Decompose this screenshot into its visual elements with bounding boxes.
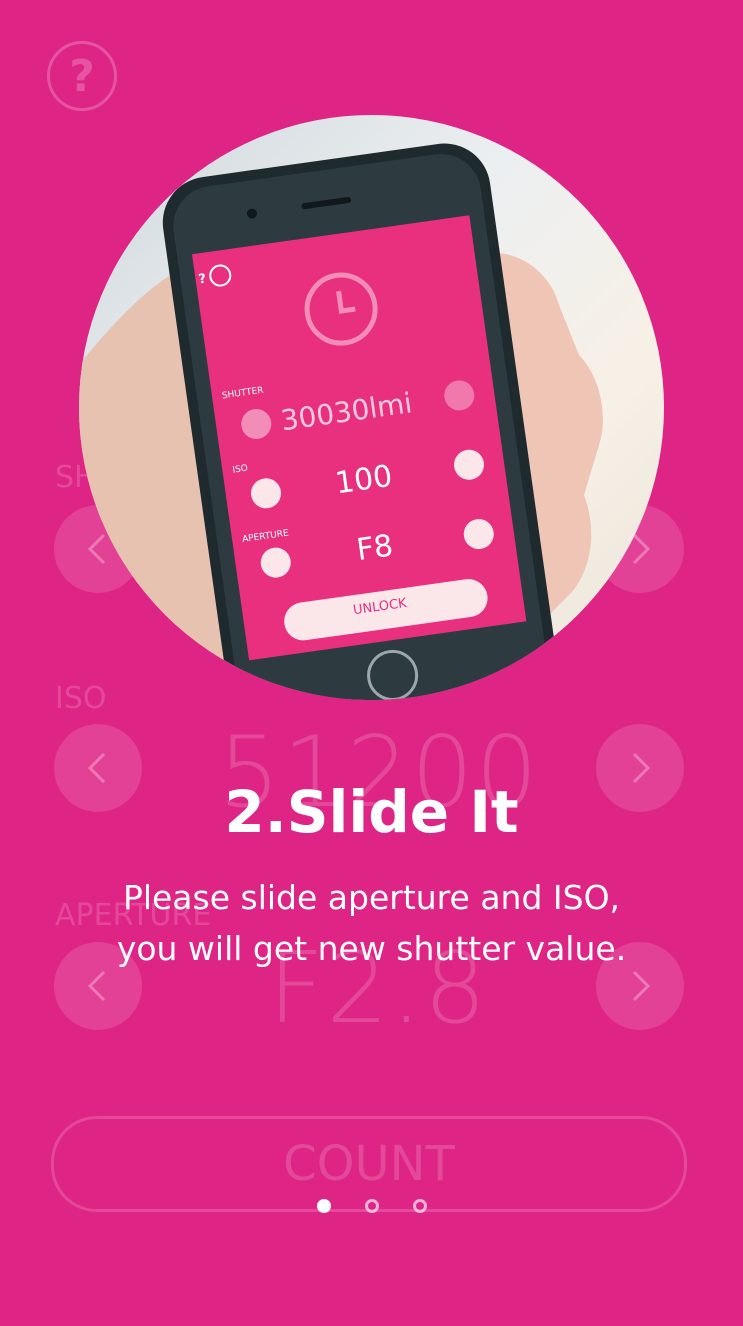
phone-iso-value: 100 (332, 458, 395, 502)
count-button[interactable]: COUNT (51, 1116, 687, 1212)
phone-shutter-value: 30030lmi (278, 386, 415, 438)
page-dot-1[interactable] (316, 1199, 331, 1213)
phone-aperture-label: APERTURE (241, 528, 290, 546)
phone-unlock-label: UNLOCK (352, 595, 408, 619)
phone-aperture-value: F8 (354, 528, 396, 569)
phone-help-glyph: ? (197, 271, 208, 288)
description-line-2: you will get new shutter value. (116, 929, 627, 968)
page-dot-2[interactable] (364, 1199, 379, 1213)
description-line-1: Please slide aperture and ISO, (122, 878, 621, 917)
help-button[interactable]: ? (47, 41, 117, 111)
onboarding-description: Please slide aperture and ISO, you will … (0, 872, 743, 974)
onboarding-title: 2.Slide It (224, 778, 519, 846)
count-label: COUNT (283, 1136, 455, 1192)
phone-shutter-label: SHUTTER (221, 385, 265, 402)
phone-iso-label: ISO (231, 463, 249, 476)
question-icon: ? (69, 50, 95, 102)
tutorial-photo: ? SHUTTER 30030lmi ISO 100 APERTURE F8 U… (79, 115, 664, 700)
page-dot-3[interactable] (412, 1199, 427, 1213)
page-indicator (0, 1199, 743, 1213)
